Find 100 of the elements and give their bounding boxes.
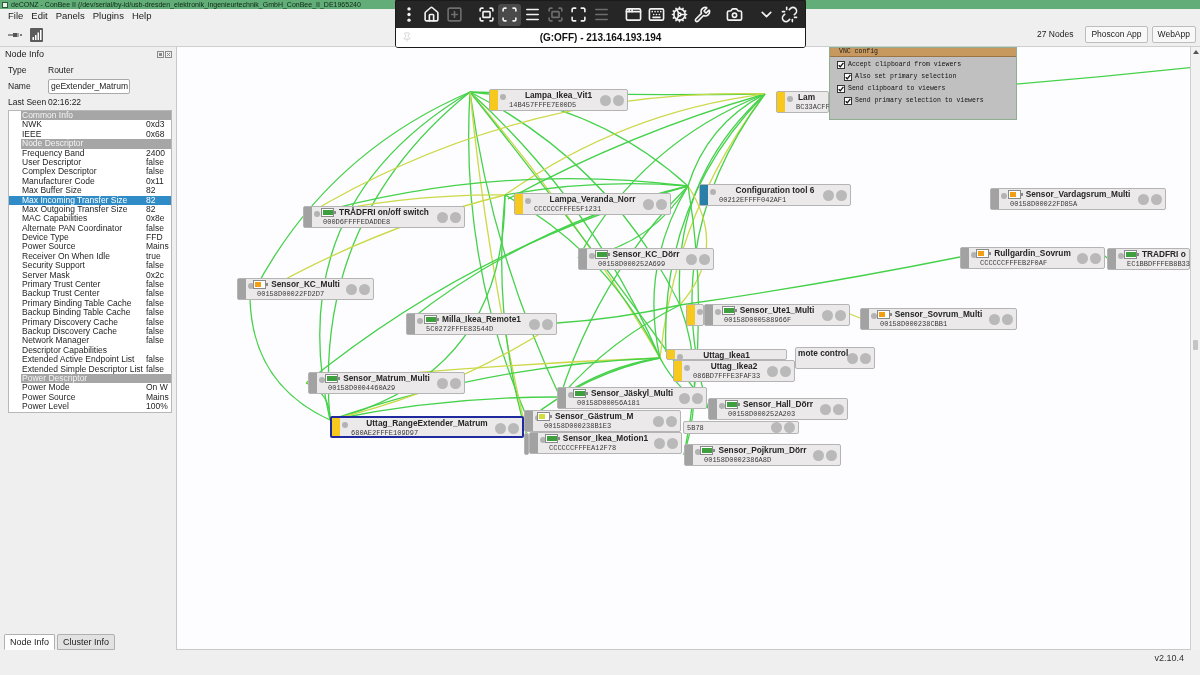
property-name: Alternate PAN Coordinator <box>21 223 123 233</box>
table-row[interactable]: Complex Descriptor false <box>9 167 171 177</box>
node-name: Uttag_Ikea1 <box>703 350 750 360</box>
home-icon <box>423 6 440 23</box>
field-label: Name <box>8 79 32 93</box>
property-value: 0xd3 <box>146 120 166 130</box>
property-value: 2400 <box>146 148 166 158</box>
table-row[interactable]: Alternate PAN Coordinator false <box>9 223 171 234</box>
node-name: Sensor_KC_Dörr <box>612 249 680 259</box>
menu-item[interactable]: Panels <box>55 10 85 22</box>
group-header: Common Info <box>21 111 171 121</box>
property-value: false <box>146 317 165 327</box>
property-value: false <box>146 167 165 177</box>
float-icon[interactable] <box>157 50 164 58</box>
focus-frame-icon <box>478 6 495 23</box>
table-row[interactable]: Device Type FFD <box>9 233 171 243</box>
property-name: Primary Discovery Cache <box>21 317 119 327</box>
property-name: Primary Binding Table Cache <box>21 298 133 309</box>
graph-node[interactable] <box>686 304 704 326</box>
table-row[interactable]: Power Mode On W <box>9 383 171 393</box>
table-row[interactable]: User Descriptor false <box>9 157 171 168</box>
property-value: false <box>146 298 165 308</box>
property-value: FFD <box>146 233 163 243</box>
plug-icon[interactable] <box>8 31 22 38</box>
property-value: 82 <box>146 186 157 196</box>
menu-item[interactable]: Edit <box>31 10 48 22</box>
graph-node[interactable]: Uttag_Ikea1 <box>666 349 787 360</box>
property-name: Manufacturer Code <box>21 176 95 186</box>
checkbox[interactable] <box>844 97 852 105</box>
table-row[interactable]: Primary Binding Table Cache false <box>9 298 171 309</box>
close-icon[interactable] <box>165 50 172 58</box>
node-name: Sensor_Ute1_Multi <box>739 305 815 315</box>
node-name: Milla_Ikea_Remote1 <box>442 314 521 324</box>
menu-icon <box>524 6 541 23</box>
node-name: mote control <box>798 348 849 358</box>
table-row[interactable]: Extended Active Endpoint List false <box>9 355 171 365</box>
table-row[interactable]: Security Support false <box>9 261 171 271</box>
menu-item[interactable]: Plugins <box>92 10 124 22</box>
property-name: Max Buffer Size <box>21 186 83 196</box>
graph-node[interactable]: mote control <box>795 347 875 369</box>
property-value: false <box>146 261 165 271</box>
scroll-up-arrow-icon[interactable] <box>1193 50 1199 54</box>
table-row[interactable]: Max Buffer Size 82 <box>9 186 171 196</box>
table-row[interactable]: IEEE 0x68 <box>9 129 171 140</box>
property-value: false <box>146 280 165 290</box>
gear-icon <box>671 6 688 23</box>
scrollbar-thumb[interactable] <box>1193 340 1198 350</box>
property-value: true <box>146 251 162 261</box>
panel-tab[interactable]: Cluster Info <box>57 634 116 650</box>
node-name: Sensor_Pojkrum_Dörr <box>718 445 807 455</box>
table-row[interactable]: Backup Trust Center false <box>9 289 171 299</box>
plus-square-icon <box>446 6 463 23</box>
property-value: 0x11 <box>146 176 165 187</box>
node-count: 27 Nodes <box>1037 28 1074 41</box>
table-row[interactable]: Server Mask 0x2c <box>9 270 171 281</box>
table-row[interactable]: Extended Simple Descriptor List false <box>9 364 171 374</box>
checkbox[interactable] <box>837 61 845 69</box>
vertical-dots-icon <box>406 7 411 22</box>
property-value: 0x8e <box>146 214 166 224</box>
menu-item[interactable]: File <box>8 10 24 22</box>
property-name: Backup Discovery Cache <box>21 327 118 337</box>
table-row[interactable]: Power Source Mains <box>9 392 171 403</box>
table-row[interactable]: Max Incoming Transfer Size 82 <box>9 195 171 205</box>
property-name: Descriptor Capabilities <box>21 345 108 356</box>
table-row[interactable]: Receiver On When Idle true <box>9 251 171 262</box>
table-row[interactable]: Frequency Band 2400 <box>9 148 171 158</box>
menu-item[interactable]: Help <box>131 10 152 22</box>
expand-icon <box>570 6 587 23</box>
table-row[interactable]: Descriptor Capabilities <box>9 345 171 356</box>
table-row[interactable]: Primary Discovery Cache false <box>9 317 171 327</box>
checkbox[interactable] <box>844 73 852 81</box>
signal-bars-icon[interactable] <box>30 27 43 42</box>
table-row[interactable]: Backup Discovery Cache false <box>9 327 171 337</box>
property-value: 82 <box>146 204 157 215</box>
fullscreen-button[interactable] <box>498 3 521 26</box>
table-row[interactable]: Manufacturer Code 0x11 <box>9 176 171 187</box>
node-name: Configuration tool 6 <box>735 185 815 195</box>
vertical-scrollbar[interactable] <box>1190 47 1200 650</box>
name-field[interactable]: geExtender_Matrum <box>48 78 130 94</box>
table-row[interactable]: Power Level 100% <box>9 402 171 412</box>
link-line <box>1104 255 1108 259</box>
table-row[interactable]: Primary Trust Center false <box>9 280 171 290</box>
property-value: false <box>146 355 165 365</box>
node-name: TRÅDFRI on/off switch <box>339 207 429 217</box>
property-value: Mains <box>146 242 170 252</box>
toolbar-button[interactable]: WebApp <box>1151 26 1196 43</box>
table-row[interactable]: NWK 0xd3 <box>9 120 171 130</box>
table-row[interactable]: MAC Capabilities 0x8e <box>9 214 171 224</box>
property-value: false <box>146 336 165 346</box>
node-name: TRADFRI o <box>1142 249 1186 259</box>
panel-tab[interactable]: Node Info <box>4 634 56 650</box>
property-name: Max Outgoing Transfer Size <box>21 204 129 215</box>
checkbox[interactable] <box>837 85 845 93</box>
toolbar-button[interactable]: Phoscon App <box>1085 26 1148 43</box>
table-row[interactable]: Network Manager false <box>9 336 171 346</box>
table-row[interactable]: Backup Binding Table Cache false <box>9 308 171 318</box>
window-icon <box>625 6 642 23</box>
table-row[interactable]: Power Source Mains <box>9 242 171 252</box>
keyboard-icon <box>648 6 665 23</box>
table-row[interactable]: Max Outgoing Transfer Size 82 <box>9 204 171 215</box>
